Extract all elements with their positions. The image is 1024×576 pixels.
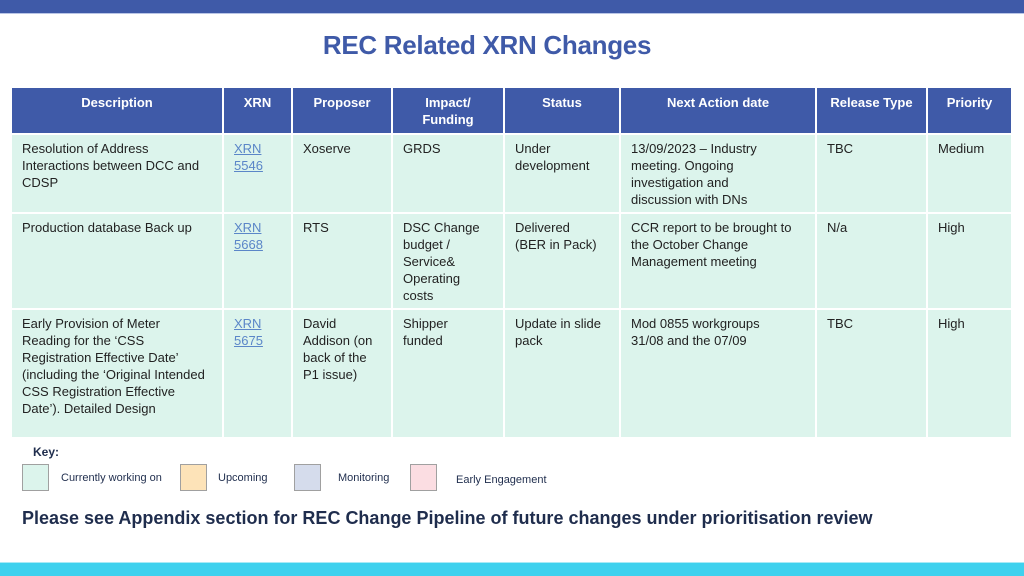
header-next-action-date: Next Action date bbox=[621, 88, 815, 133]
cell-description: Early Provision of Meter Reading for the… bbox=[12, 310, 222, 437]
page-title: REC Related XRN Changes bbox=[322, 30, 652, 60]
header-xrn: XRN bbox=[224, 88, 291, 133]
xrn-link[interactable]: XRN 5668 bbox=[234, 220, 263, 252]
header-release-type: Release Type bbox=[817, 88, 926, 133]
table-row: Production database Back up XRN 5668 RTS … bbox=[12, 214, 1011, 308]
cell-priority: Medium bbox=[928, 135, 1011, 212]
cell-impact-funding: Shipper funded bbox=[393, 310, 503, 437]
key-text-currently-working-on: Currently working on bbox=[61, 472, 162, 484]
cell-status: Delivered (BER in Pack) bbox=[505, 214, 619, 308]
header-status: Status bbox=[505, 88, 619, 133]
cell-proposer: RTS bbox=[293, 214, 391, 308]
key-swatch-currently-working-on bbox=[22, 464, 49, 491]
cell-release-type: N/a bbox=[817, 214, 926, 308]
appendix-note: Please see Appendix section for REC Chan… bbox=[22, 508, 873, 528]
cell-next-action: Mod 0855 workgroups 31/08 and the 07/09 bbox=[621, 310, 815, 437]
top-banner bbox=[0, 0, 1024, 13]
header-proposer: Proposer bbox=[293, 88, 391, 133]
xrn-link[interactable]: XRN 5675 bbox=[234, 316, 263, 348]
table-header-row: Description XRN Proposer Impact/ Funding… bbox=[12, 88, 1011, 133]
cell-xrn: XRN 5668 bbox=[224, 214, 291, 308]
cell-impact-funding: DSC Change budget / Service& Operating c… bbox=[393, 214, 503, 308]
bottom-banner bbox=[0, 563, 1024, 576]
key-swatch-upcoming bbox=[180, 464, 207, 491]
key-text-early-engagement: Early Engagement bbox=[456, 474, 547, 486]
table-row: Resolution of Address Interactions betwe… bbox=[12, 135, 1011, 212]
cell-next-action: CCR report to be brought to the October … bbox=[621, 214, 815, 308]
cell-xrn: XRN 5675 bbox=[224, 310, 291, 437]
key-text-upcoming: Upcoming bbox=[218, 472, 268, 484]
table-row: Early Provision of Meter Reading for the… bbox=[12, 310, 1011, 437]
key-swatch-early-engagement bbox=[410, 464, 437, 491]
cell-impact-funding: GRDS bbox=[393, 135, 503, 212]
xrn-changes-table: Description XRN Proposer Impact/ Funding… bbox=[10, 86, 1013, 439]
key-text-monitoring: Monitoring bbox=[338, 472, 390, 484]
header-description: Description bbox=[12, 88, 222, 133]
cell-priority: High bbox=[928, 310, 1011, 437]
header-impact-funding: Impact/ Funding bbox=[393, 88, 503, 133]
cell-description: Resolution of Address Interactions betwe… bbox=[12, 135, 222, 212]
key-label: Key: bbox=[33, 445, 60, 459]
top-banner-divider bbox=[0, 13, 1024, 14]
cell-description: Production database Back up bbox=[12, 214, 222, 308]
xrn-link[interactable]: XRN 5546 bbox=[234, 141, 263, 173]
cell-status: Under development bbox=[505, 135, 619, 212]
cell-release-type: TBC bbox=[817, 310, 926, 437]
cell-priority: High bbox=[928, 214, 1011, 308]
cell-proposer: David Addison (on back of the P1 issue) bbox=[293, 310, 391, 437]
cell-status: Update in slide pack bbox=[505, 310, 619, 437]
cell-release-type: TBC bbox=[817, 135, 926, 212]
cell-proposer: Xoserve bbox=[293, 135, 391, 212]
cell-xrn: XRN 5546 bbox=[224, 135, 291, 212]
header-priority: Priority bbox=[928, 88, 1011, 133]
key-swatch-monitoring bbox=[294, 464, 321, 491]
cell-next-action: 13/09/2023 – Industry meeting. Ongoing i… bbox=[621, 135, 815, 212]
